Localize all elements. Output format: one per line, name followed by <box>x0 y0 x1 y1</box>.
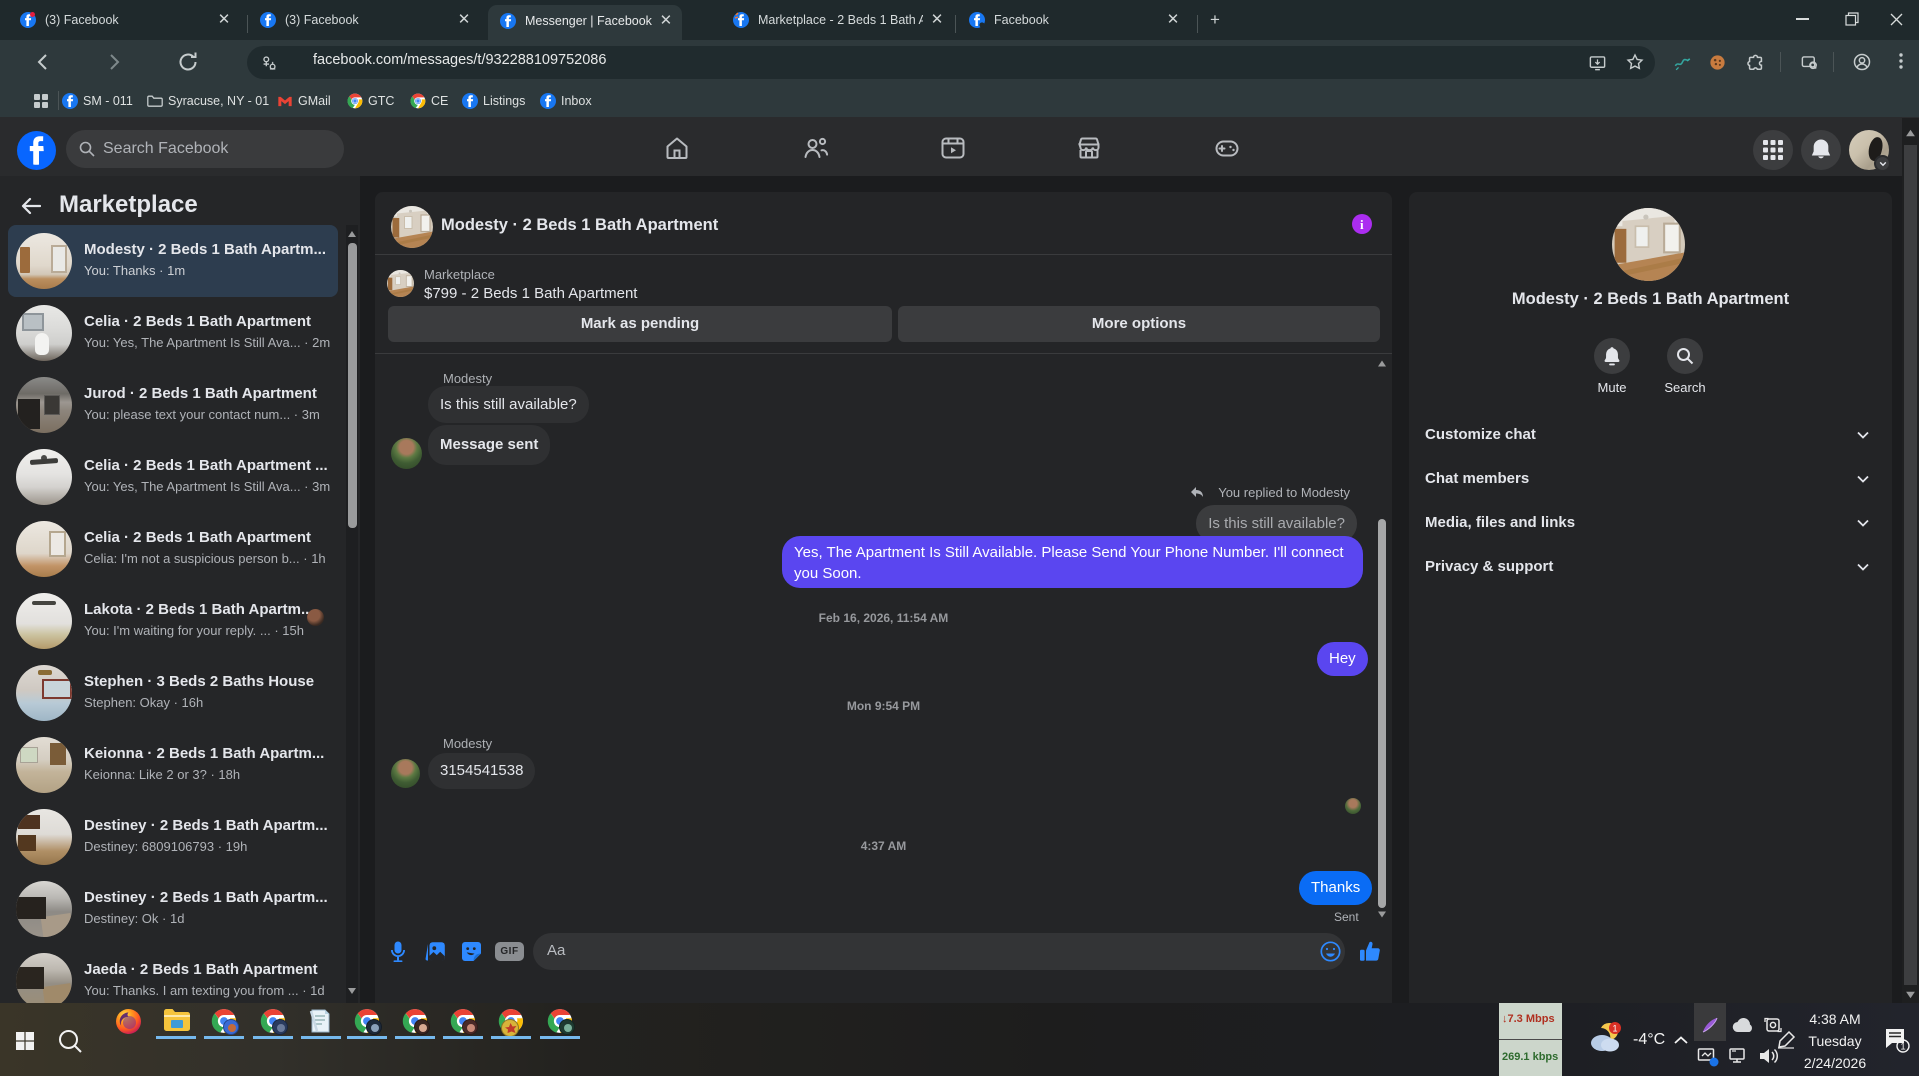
svg-text:1: 1 <box>1612 1024 1617 1034</box>
svg-text:1: 1 <box>1900 1042 1905 1053</box>
